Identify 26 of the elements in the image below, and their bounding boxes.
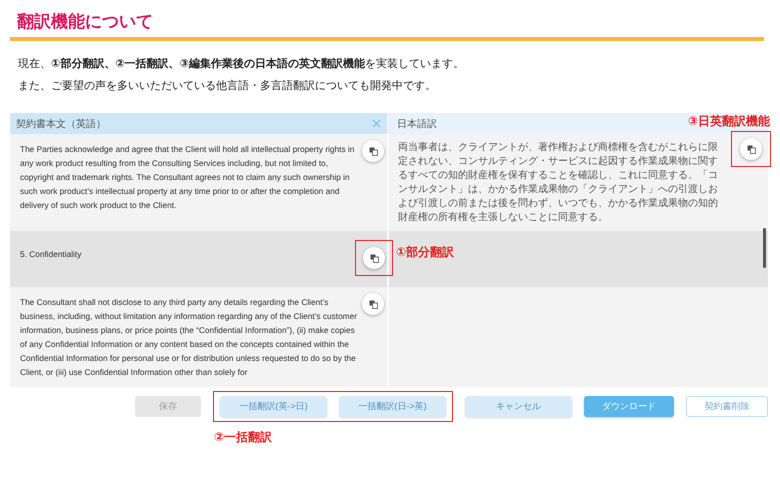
translate-icon <box>368 300 378 308</box>
action-button[interactable]: キャンセル <box>465 396 572 417</box>
action-button[interactable]: ダウンロード <box>584 396 674 417</box>
action-button[interactable]: 一括翻訳(日->英) <box>339 396 446 417</box>
source-text: The Consultant shall not disclose to any third party any details regarding the Client’s business, including, without limitation any information regarding any of the Client’s customer information, business plans, or price points (the “Confidential Information”), (ii) make copies of any Confidential Information or any content based on the concepts contained within the Confidential Information for personal use or for distribution unless requested to do so by the Client, or (iii) use Confidential Information other than solely for <box>20 297 357 377</box>
callout-label: ②一括翻訳 <box>214 429 272 446</box>
page-heading: 翻訳機能について <box>16 11 154 33</box>
paragraph: また、ご要望の声を多いいただいている他言語・多言語翻訳についても開発中です。 <box>18 78 437 94</box>
scrollbar[interactable] <box>763 228 766 268</box>
callout-label: ③日英翻訳機能 <box>688 114 770 128</box>
column-title: 契約書本文（英語） <box>16 118 106 130</box>
callout-label: ①部分翻訳 <box>396 245 454 259</box>
translate-button[interactable] <box>740 138 762 160</box>
paragraph: 現在、①部分翻訳、②一括翻訳、③編集作業後の日本語の英文翻訳機能を実装しています。 <box>18 56 465 72</box>
translated-text: 両当事者は、クライアントが、著作権および商標権を含むがこれらに限定されない、コンサルティング・サービスに起因する作業成果物に関するすべての知的財産権を保有することを確認し、これに同意する。「コンサルタント」は、かかる作業成果物の「クライアント」への引渡しおよび引渡しの前または後を問わず、いつでも、かかる作業成果物の知的財産権の所有権を主張しないことに同意する。 <box>398 142 718 223</box>
source-text: The Parties acknowledge and agree that the Client will hold all intellectual property rights in any work product resulting from the Consulting Services including, but not limited to, copyright and trademark rights. The Consultant agrees not to claim any such ownership in such work product’s intellectual property at any time prior to or after the completion and delivery of such work product to the Client. <box>20 144 354 210</box>
action-button[interactable]: 契約書削除 <box>686 396 768 417</box>
translate-icon <box>746 144 756 154</box>
source-text: 5. Confidentiality <box>20 249 82 259</box>
translate-button[interactable] <box>362 140 384 162</box>
translate-button[interactable] <box>363 247 385 269</box>
translate-button[interactable] <box>362 293 384 315</box>
translate-icon <box>368 146 378 156</box>
translate-icon <box>370 254 378 262</box>
column-title: 日本語訳 <box>397 118 437 130</box>
action-button[interactable]: 一括翻訳(英->日) <box>220 396 327 417</box>
